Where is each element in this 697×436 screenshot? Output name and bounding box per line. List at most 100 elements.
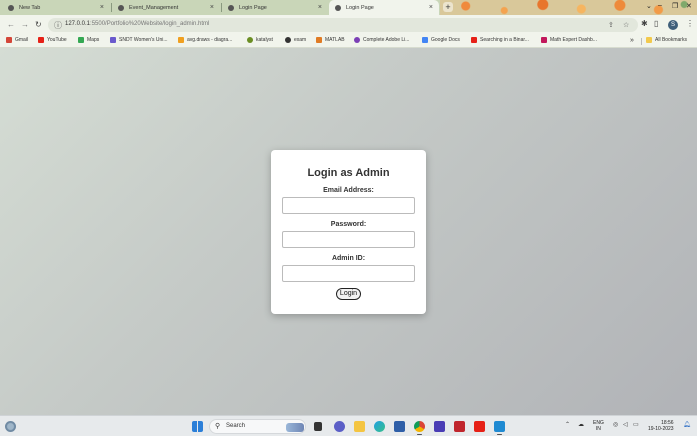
profile-avatar[interactable]: S xyxy=(668,20,678,30)
mcafee-icon[interactable] xyxy=(454,421,465,432)
chrome-icon xyxy=(8,4,14,11)
all-bookmarks-folder[interactable]: All Bookmarks xyxy=(646,37,687,43)
university-icon xyxy=(110,37,116,43)
window-close-icon[interactable]: ✕ xyxy=(686,2,692,10)
tray-chevron-up-icon[interactable]: ⌃ xyxy=(565,421,570,428)
close-icon[interactable]: × xyxy=(318,4,322,11)
browser-toolbar: ← → ↻ ⓘ 127.0.0.1:5500/Portfolio%20Websi… xyxy=(0,15,697,35)
start-windows-icon[interactable] xyxy=(192,421,203,432)
adobe-icon xyxy=(354,37,360,43)
bookmark-adobe[interactable]: Complete Adobe Li... xyxy=(354,37,409,43)
bookmark-maps[interactable]: Maps xyxy=(78,37,99,43)
chat-icon[interactable] xyxy=(334,421,345,432)
drawio-icon xyxy=(178,37,184,43)
login-button[interactable]: Login xyxy=(335,288,362,300)
store-icon[interactable] xyxy=(394,421,405,432)
bookmark-binary-search[interactable]: Searching in a Binar... xyxy=(471,37,529,43)
dashboard-icon xyxy=(541,37,547,43)
bookmarks-bar: Gmail YouTube Maps SNDT Women's Uni... a… xyxy=(0,35,697,48)
admin-id-field[interactable] xyxy=(282,265,415,282)
clock[interactable]: 18:56 19-10-2023 xyxy=(648,420,674,432)
address-url: 127.0.0.1:5500/Portfolio%20Website/login… xyxy=(65,21,209,27)
tab-new-tab[interactable]: New Tab × xyxy=(2,0,110,15)
back-arrow-icon[interactable]: ← xyxy=(7,20,15,29)
bookmark-matlab[interactable]: MATLAB xyxy=(316,37,345,43)
bookmarks-divider xyxy=(641,38,642,45)
mathway-icon[interactable] xyxy=(434,421,445,432)
bookmark-label: katalyst xyxy=(256,37,273,43)
chrome-icon[interactable] xyxy=(414,421,425,435)
bookmark-label: exam xyxy=(294,37,307,43)
bookmark-label: Math Expert Dashb... xyxy=(550,37,597,43)
bookmark-math-expert[interactable]: Math Expert Dashb... xyxy=(541,37,597,43)
tab-title: Login Page xyxy=(346,4,374,11)
share-icon[interactable]: ⇪ xyxy=(608,21,614,29)
cloud-icon[interactable]: ☁ xyxy=(578,421,584,428)
minimize-icon[interactable]: – xyxy=(658,2,662,9)
site-info-icon[interactable]: ⓘ xyxy=(54,20,62,31)
admin-id-label: Admin ID: xyxy=(331,255,366,262)
file-explorer-icon[interactable] xyxy=(354,421,365,432)
bookmark-label: avg.draws - diagra... xyxy=(187,37,233,43)
wifi-icon[interactable]: ◎ xyxy=(613,421,618,428)
gmail-icon xyxy=(6,37,12,43)
close-icon[interactable]: × xyxy=(210,4,214,11)
task-view-icon[interactable] xyxy=(314,422,322,431)
bookmark-exam[interactable]: exam xyxy=(285,37,306,43)
battery-icon[interactable]: ▭ xyxy=(633,421,639,428)
bookmark-sndt[interactable]: SNDT Women's Uni... xyxy=(110,37,168,43)
search-label: Search xyxy=(226,423,246,429)
tab-login-page-active[interactable]: Login Page × xyxy=(329,0,439,15)
notification-bell-icon[interactable]: 🔔︎ xyxy=(683,421,691,428)
email-field[interactable] xyxy=(282,197,415,214)
new-tab-button[interactable]: + xyxy=(443,2,453,12)
bookmark-label: Complete Adobe Li... xyxy=(363,37,410,43)
address-bar[interactable]: ⓘ 127.0.0.1:5500/Portfolio%20Website/log… xyxy=(48,18,638,32)
vscode-icon[interactable] xyxy=(494,421,505,435)
tab-search-chevron-icon[interactable]: ⌄ xyxy=(646,2,652,10)
menu-kebab-icon[interactable]: ⋮ xyxy=(686,19,694,28)
close-icon[interactable]: × xyxy=(429,4,433,11)
globe-icon xyxy=(285,37,291,43)
bookmark-label: YouTube xyxy=(47,37,67,43)
reload-icon[interactable]: ↻ xyxy=(35,20,42,29)
matlab-icon xyxy=(316,37,322,43)
url-host: 127.0.0.1 xyxy=(65,21,91,27)
bookmark-youtube[interactable]: YouTube xyxy=(38,37,67,43)
speaker-icon[interactable]: ◁ xyxy=(623,421,628,428)
page-viewport: Login as Admin Email Address: Password: … xyxy=(0,48,697,415)
restore-icon[interactable]: ❐ xyxy=(672,2,678,10)
tab-title: New Tab xyxy=(19,4,41,11)
side-panel-icon[interactable]: ▯ xyxy=(654,19,658,28)
password-label: Password: xyxy=(330,221,367,228)
taskbar: ⚲ Search ⌃ ☁ ENG IN ◎ ◁ ▭ 18:56 19-10-20… xyxy=(0,415,697,436)
bookmark-label: Google Docs xyxy=(431,37,460,43)
youtube-icon xyxy=(471,37,477,43)
youtube-app-icon[interactable] xyxy=(474,421,485,432)
widgets-icon[interactable] xyxy=(5,421,16,432)
globe-icon xyxy=(247,37,253,43)
forward-arrow-icon[interactable]: → xyxy=(21,20,29,29)
tab-strip: New Tab × Event_Management × Login Page … xyxy=(0,0,697,15)
password-field[interactable] xyxy=(282,231,415,248)
bookmark-label: SNDT Women's Uni... xyxy=(119,37,168,43)
bookmark-katalyst[interactable]: katalyst xyxy=(247,37,273,43)
bookmark-star-icon[interactable]: ☆ xyxy=(623,21,629,29)
tab-title: Event_Management xyxy=(129,4,179,11)
language-indicator[interactable]: ENG IN xyxy=(593,420,604,432)
edge-icon[interactable] xyxy=(374,421,385,432)
url-path: :5500/Portfolio%20Website/login_admin.ht… xyxy=(90,21,210,27)
taskbar-search[interactable]: ⚲ Search xyxy=(209,419,306,434)
folder-icon xyxy=(646,37,652,43)
tab-login-page[interactable]: Login Page × xyxy=(222,0,328,15)
bookmark-gmail[interactable]: Gmail xyxy=(6,37,28,43)
more-bookmarks-chevron-icon[interactable]: » xyxy=(630,37,634,44)
tab-event-management[interactable]: Event_Management × xyxy=(112,0,220,15)
globe-icon xyxy=(228,4,234,11)
youtube-icon xyxy=(38,37,44,43)
bookmark-avg-draws[interactable]: avg.draws - diagra... xyxy=(178,37,232,43)
bookmark-google-docs[interactable]: Google Docs xyxy=(422,37,460,43)
close-icon[interactable]: × xyxy=(100,4,104,11)
globe-icon xyxy=(118,4,124,11)
extensions-icon[interactable]: ✱ xyxy=(641,19,648,28)
